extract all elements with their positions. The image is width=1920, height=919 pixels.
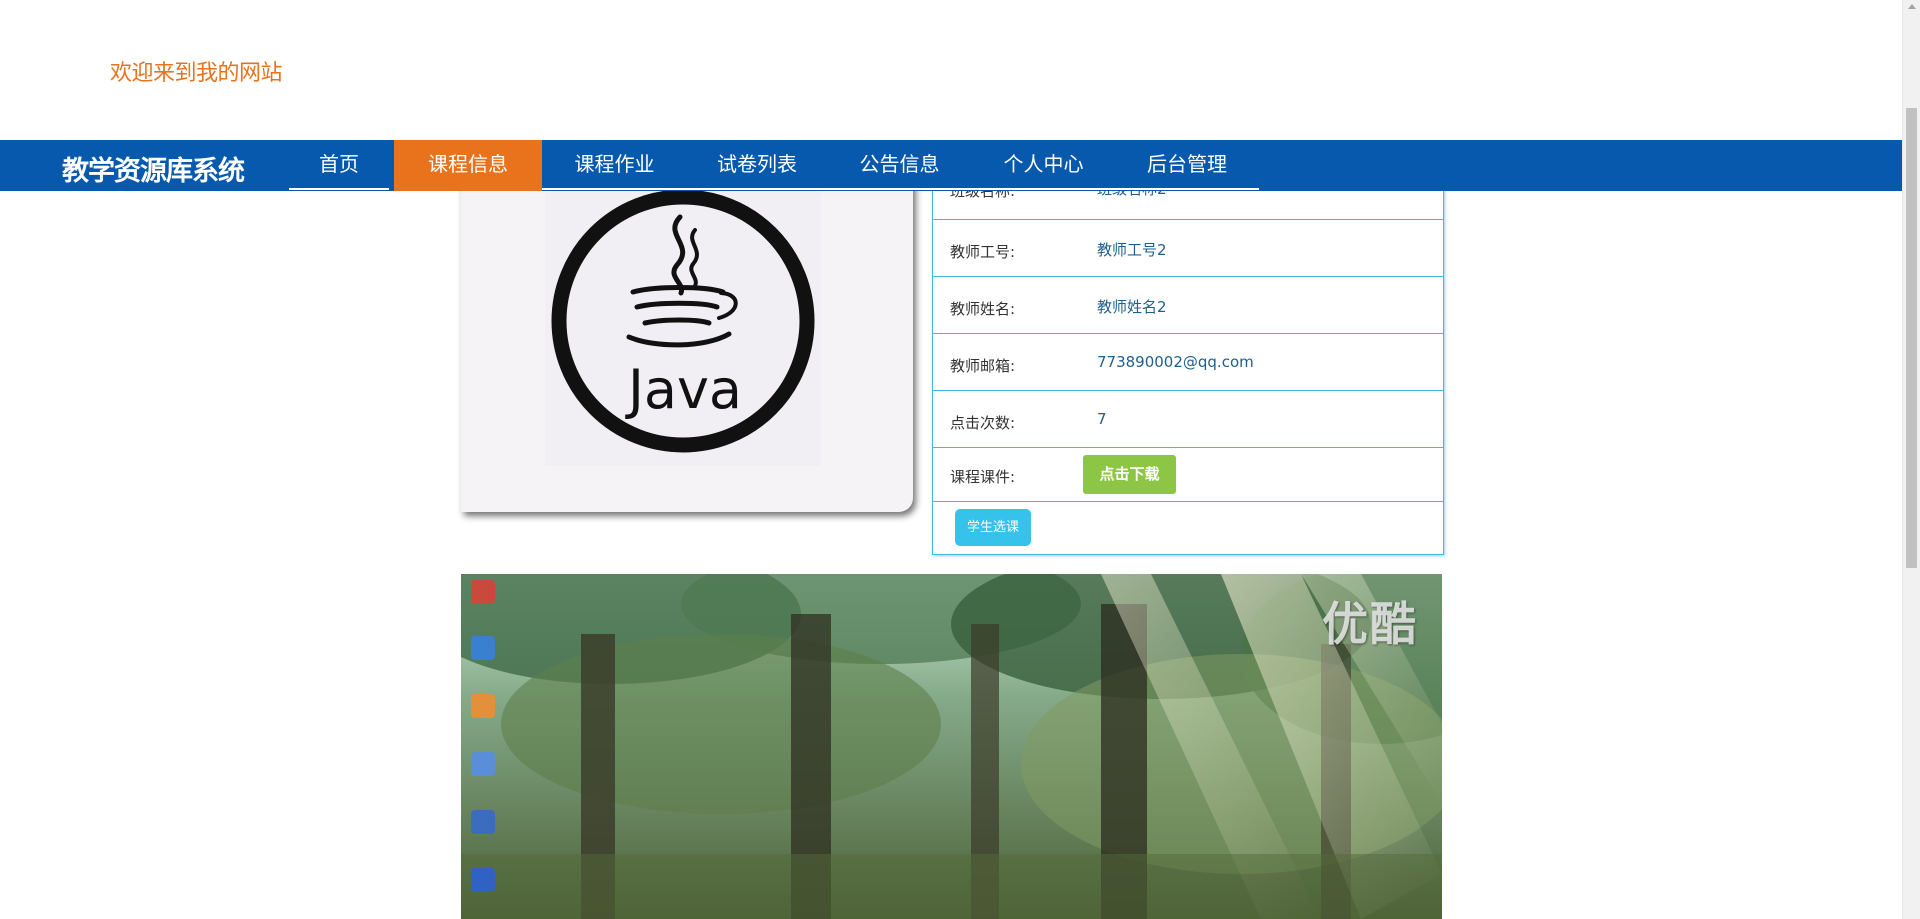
info-row-courseware: 课程课件: 点击下载 [933,448,1443,502]
desktop-app-icon [471,868,495,892]
info-row-teacher-email: 教师邮箱: 773890002@qq.com [933,334,1443,391]
course-image-card: Java [461,178,913,512]
info-row-actions: 学生选课 [933,502,1443,554]
nav-item-announcements[interactable]: 公告信息 [827,140,972,190]
info-value: 7 [1097,410,1107,428]
info-label: 教师邮箱: [950,357,1016,375]
java-logo-image: Java [545,189,821,466]
video-watermark: 优酷 [1322,597,1418,651]
nav-item-course-info[interactable]: 课程信息 [394,140,542,191]
scrollbar-thumb[interactable] [1906,108,1917,568]
nav-item-profile[interactable]: 个人中心 [972,140,1115,190]
java-logo-text: Java [625,358,742,421]
info-row-teacher-name: 教师姓名: 教师姓名2 [933,277,1443,334]
info-value: 教师姓名2 [1097,298,1167,316]
info-label: 教师工号: [950,243,1016,261]
main-navbar: 教学资源库系统 首页 课程信息 课程作业 试卷列表 公告信息 个人中心 后台管理 [0,140,1902,191]
desktop-app-icon [471,636,495,660]
nav-item-home[interactable]: 首页 [289,140,389,190]
course-info-table: 班级名称: 班级名称2 教师工号: 教师工号2 教师姓名: 教师姓名2 教师邮箱… [932,176,1444,555]
nav-item-course-homework[interactable]: 课程作业 [542,140,687,190]
desktop-app-icon [471,810,495,834]
info-label: 课程课件: [950,468,1016,486]
desktop-app-icon [471,752,495,776]
info-value: 773890002@qq.com [1097,353,1254,371]
nav-item-exam-list[interactable]: 试卷列表 [687,140,827,190]
course-video-player[interactable]: 优酷 [461,574,1442,919]
info-row-click-count: 点击次数: 7 [933,391,1443,448]
info-row-teacher-id: 教师工号: 教师工号2 [933,220,1443,277]
scroll-up-arrow-icon[interactable] [1908,4,1916,9]
forest-video-frame [461,574,1442,919]
welcome-text: 欢迎来到我的网站 [110,61,283,86]
select-course-button[interactable]: 学生选课 [955,509,1031,546]
info-label: 点击次数: [950,414,1016,432]
nav-item-admin[interactable]: 后台管理 [1115,140,1259,190]
desktop-app-icon [471,580,495,604]
desktop-app-icon [471,694,495,718]
site-brand[interactable]: 教学资源库系统 [62,149,245,188]
info-value: 教师工号2 [1097,241,1167,259]
page-scrollbar[interactable] [1902,0,1920,919]
info-label: 教师姓名: [950,300,1016,318]
download-button[interactable]: 点击下载 [1083,455,1176,494]
top-header: 欢迎来到我的网站 [0,0,1902,140]
